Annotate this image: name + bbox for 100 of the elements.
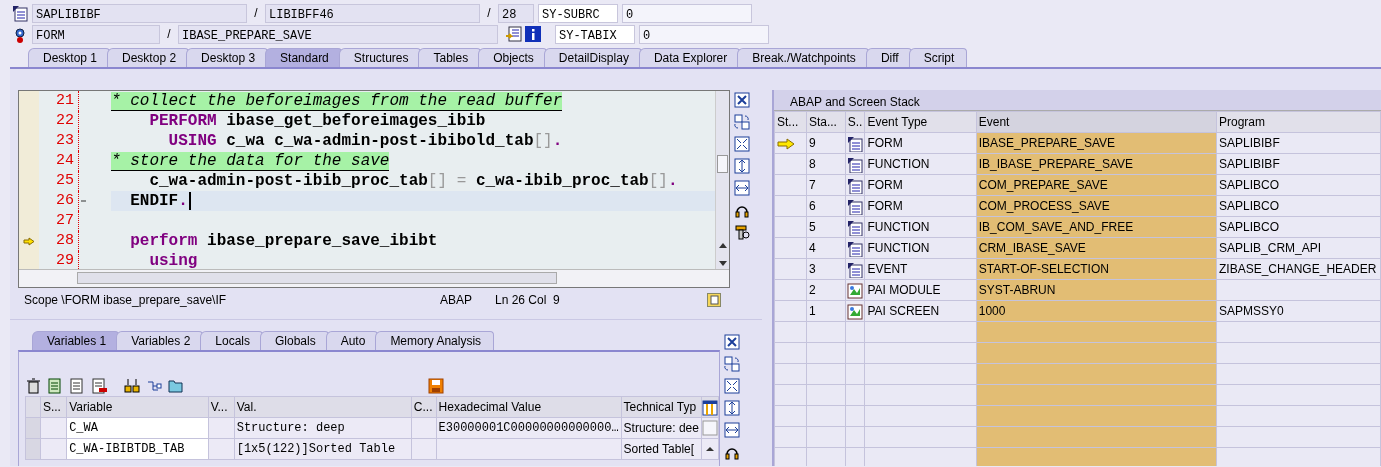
text-field[interactable]: SAPLIBIBF: [32, 3, 247, 23]
folder-icon[interactable]: [168, 378, 184, 394]
table-cell: 3: [806, 258, 846, 280]
table-cell: FORM: [864, 132, 977, 154]
hierarchy-icon[interactable]: [146, 378, 162, 394]
text-field[interactable]: 0: [622, 3, 752, 23]
save-icon[interactable]: [428, 378, 444, 394]
close-icon[interactable]: [724, 334, 740, 350]
tab[interactable]: Variables 1: [32, 331, 120, 350]
tab[interactable]: Tables: [418, 48, 482, 67]
gear-icon: [12, 25, 28, 43]
line-number: 28: [39, 231, 79, 251]
tab[interactable]: Data Explorer: [638, 48, 741, 67]
separator: /: [253, 5, 259, 22]
tool-icon[interactable]: [734, 224, 750, 240]
tab[interactable]: Standard: [265, 48, 342, 67]
column-header[interactable]: Hexadecimal Value: [436, 396, 622, 418]
tab[interactable]: Variables 2: [116, 331, 204, 350]
close-icon[interactable]: [734, 92, 750, 108]
column-header[interactable]: S...: [40, 396, 67, 418]
table-cell: ZIBASE_CHANGE_HEADER: [1216, 258, 1381, 280]
scroll-thumb[interactable]: [702, 419, 718, 436]
column-header[interactable]: Event Type: [864, 111, 977, 133]
code-line: USING c_wa c_wa-admin-post-ibibold_tab[].: [167, 132, 563, 150]
tab[interactable]: Desktop 1: [28, 48, 111, 67]
column-header[interactable]: V...: [208, 396, 235, 418]
trash-icon[interactable]: [26, 378, 42, 394]
tab[interactable]: Globals: [260, 331, 329, 350]
document-icon: [12, 4, 28, 22]
columns-icon[interactable]: [702, 399, 718, 416]
tab[interactable]: Structures: [338, 48, 422, 67]
table-cell: IBASE_PREPARE_SAVE: [976, 132, 1217, 154]
list-icon[interactable]: [70, 378, 86, 394]
tab[interactable]: Objects: [478, 48, 547, 67]
column-header[interactable]: Val.: [234, 396, 412, 418]
tab[interactable]: Diff: [865, 48, 912, 67]
blocks-icon[interactable]: [124, 378, 140, 394]
code-editor[interactable]: [18, 90, 730, 288]
swap-icon[interactable]: [734, 114, 750, 130]
table-cell: FORM: [864, 174, 977, 196]
text-field[interactable]: IBASE_PREPARE_SAVE: [178, 24, 498, 44]
document-icon: [846, 261, 863, 278]
column-header[interactable]: Sta...: [806, 111, 846, 133]
table-cell: SAPLIBCO: [1216, 174, 1381, 196]
fullscreen-icon[interactable]: [724, 378, 740, 394]
tab[interactable]: Script: [908, 48, 968, 67]
table-cell: 4: [806, 237, 846, 259]
tab[interactable]: DetailDisplay: [543, 48, 642, 67]
column-header[interactable]: Program: [1216, 111, 1381, 133]
swap-icon[interactable]: [724, 356, 740, 372]
horizontal-scrollbar[interactable]: [19, 269, 729, 287]
table-cell: PAI MODULE: [864, 279, 977, 301]
list-icon[interactable]: [48, 378, 64, 394]
text-field[interactable]: FORM: [32, 24, 160, 44]
fullscreen-icon[interactable]: [734, 136, 750, 152]
scroll-thumb[interactable]: [717, 155, 728, 173]
tab[interactable]: Desktop 2: [107, 48, 190, 67]
document-icon: [846, 135, 863, 152]
expand-horizontal-icon[interactable]: [724, 422, 740, 438]
panel-title: ABAP and Screen Stack: [774, 90, 1381, 111]
table-cell: FUNCTION: [864, 237, 977, 259]
expand-horizontal-icon[interactable]: [734, 180, 750, 196]
table-cell: 6: [806, 195, 846, 217]
document-icon: [846, 198, 863, 215]
tab[interactable]: Locals: [200, 331, 263, 350]
column-header[interactable]: St...: [774, 111, 807, 133]
table-cell: 8: [806, 153, 846, 175]
text-field[interactable]: SY-TABIX: [555, 24, 635, 44]
line-number: 26: [39, 191, 79, 211]
text-field[interactable]: 28: [498, 3, 534, 23]
code-line: PERFORM ibase_get_beforeimages_ibib: [148, 112, 486, 130]
scroll-down-icon[interactable]: [719, 261, 727, 266]
table-cell: START-OF-SELECTION: [976, 258, 1217, 280]
column-header[interactable]: Technical Typ: [621, 396, 702, 418]
text-field[interactable]: LIBIBFF46: [265, 3, 480, 23]
table-cell: SAPMSSY0: [1216, 300, 1381, 322]
line-number: 22: [39, 111, 79, 131]
notes-icon[interactable]: [707, 293, 721, 307]
table-cell: 1: [806, 300, 846, 322]
expand-vertical-icon[interactable]: [734, 158, 750, 174]
column-header[interactable]: Variable: [66, 396, 209, 418]
tab[interactable]: Break./Watchpoints: [737, 48, 869, 67]
table-cell: 7: [806, 174, 846, 196]
tab[interactable]: Desktop 3: [186, 48, 269, 67]
column-header[interactable]: Event: [976, 111, 1217, 133]
info-icon[interactable]: [525, 26, 541, 42]
table-cell: SAPLIBIBF: [1216, 153, 1381, 175]
table-cell: CRM_IBASE_SAVE: [976, 237, 1217, 259]
tab[interactable]: Memory Analysis: [375, 331, 495, 350]
text-field[interactable]: SY-SUBRC: [538, 3, 618, 23]
scroll-up-icon[interactable]: [719, 243, 727, 248]
list-remove-icon[interactable]: [92, 378, 108, 394]
text-field[interactable]: 0: [639, 24, 769, 44]
table-cell: COM_PREPARE_SAVE: [976, 174, 1217, 196]
expand-vertical-icon[interactable]: [724, 400, 740, 416]
separator: /: [166, 26, 172, 43]
table-cell: 9: [806, 132, 846, 154]
tab[interactable]: Auto: [325, 331, 379, 350]
vertical-scrollbar[interactable]: [715, 91, 729, 271]
column-header[interactable]: C...: [411, 396, 437, 418]
